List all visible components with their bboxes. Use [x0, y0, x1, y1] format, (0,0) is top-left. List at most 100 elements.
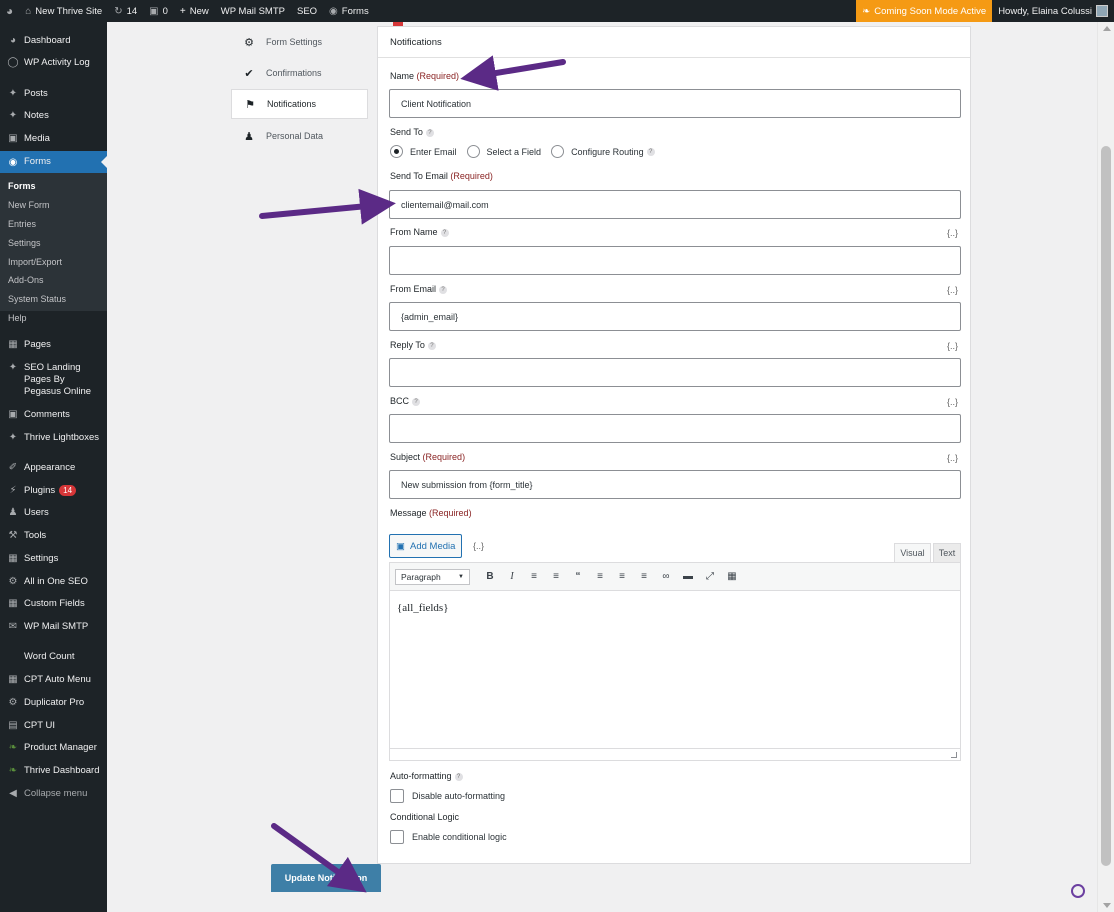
menu-posts[interactable]: ✦ Posts: [0, 88, 107, 100]
submenu-new-form[interactable]: New Form: [8, 200, 50, 210]
help-icon[interactable]: ?: [440, 228, 449, 237]
help-icon[interactable]: ?: [412, 397, 421, 406]
radio-enter-email[interactable]: [390, 145, 403, 158]
bold-icon[interactable]: B: [479, 571, 501, 582]
align-right-icon[interactable]: ≡: [633, 571, 655, 582]
from-name-input[interactable]: [389, 246, 961, 275]
menu-appearance[interactable]: ✐ Appearance: [0, 462, 107, 474]
blockquote-icon[interactable]: “: [567, 571, 589, 582]
site-name-link[interactable]: ⌂ New Thrive Site: [19, 0, 108, 22]
merge-tag-button[interactable]: {..}: [947, 285, 958, 295]
radio-configure-routing[interactable]: [551, 145, 565, 158]
help-icon[interactable]: ?: [454, 772, 463, 781]
page-scrollbar[interactable]: [1097, 22, 1114, 912]
bcc-input[interactable]: [389, 414, 961, 443]
menu-seo-landing-pages[interactable]: ✦ SEO Landing Pages By Pegasus Online: [0, 362, 107, 398]
nav-personal-data[interactable]: ♟ Personal Data: [231, 121, 368, 151]
tab-visual[interactable]: Visual: [894, 543, 931, 562]
submenu-add-ons[interactable]: Add-Ons: [8, 275, 44, 285]
conditional-logic-checkbox[interactable]: [390, 830, 404, 844]
wordpress-logo-icon[interactable]: ◕: [0, 0, 19, 22]
menu-product-manager[interactable]: ❧ Product Manager: [0, 742, 107, 754]
nav-confirmations[interactable]: ✔ Confirmations: [231, 58, 368, 88]
updates-link[interactable]: ↻ 14: [108, 0, 143, 22]
wp-mail-smtp-link[interactable]: WP Mail SMTP: [215, 0, 291, 22]
numbered-list-icon[interactable]: ≡: [545, 571, 567, 582]
editor-resize-handle[interactable]: [390, 748, 960, 760]
menu-thrive-dashboard[interactable]: ❧ Thrive Dashboard: [0, 765, 107, 777]
name-input[interactable]: Client Notification: [389, 89, 961, 118]
menu-collapse[interactable]: ◀ Collapse menu: [0, 788, 107, 800]
radio-select-field[interactable]: [466, 145, 480, 158]
help-icon[interactable]: ?: [427, 341, 436, 350]
menu-duplicator-pro[interactable]: ⚙ Duplicator Pro: [0, 697, 107, 709]
editor-content[interactable]: {all_fields}: [390, 591, 960, 625]
menu-custom-fields[interactable]: ▦ Custom Fields: [0, 598, 107, 610]
menu-media[interactable]: ▣ Media: [0, 133, 107, 145]
coming-soon-badge[interactable]: ❧ Coming Soon Mode Active: [856, 0, 993, 22]
add-media-button[interactable]: ▣ Add Media: [389, 534, 463, 558]
forms-link[interactable]: ◉ Forms: [323, 0, 375, 22]
assistant-icon[interactable]: [1071, 884, 1085, 898]
submenu-settings[interactable]: Settings: [8, 238, 41, 248]
update-notification-button[interactable]: Update Notification: [271, 864, 381, 892]
menu-users[interactable]: ♟ Users: [0, 507, 107, 519]
tab-text[interactable]: Text: [933, 543, 961, 562]
nav-form-settings[interactable]: ⚙ Form Settings: [231, 27, 368, 57]
menu-cpt-auto-menu[interactable]: ▦ CPT Auto Menu: [0, 674, 107, 686]
nav-notifications[interactable]: ⚑ Notifications: [231, 89, 368, 119]
link-icon[interactable]: ∞: [655, 571, 677, 582]
scroll-up-icon[interactable]: [1103, 26, 1111, 31]
new-content-link[interactable]: + New: [174, 0, 215, 22]
help-icon[interactable]: ?: [439, 285, 448, 294]
align-left-icon[interactable]: ≡: [589, 571, 611, 582]
submenu-system-status[interactable]: System Status: [8, 294, 66, 304]
send-to-configure-routing[interactable]: Configure Routing?: [551, 145, 655, 158]
seo-link[interactable]: SEO: [291, 0, 323, 22]
conditional-logic-option[interactable]: Enable conditional logic: [390, 830, 507, 844]
read-more-icon[interactable]: ▬: [677, 571, 699, 582]
menu-dashboard[interactable]: ◕ Dashboard: [0, 35, 107, 47]
send-to-email-input[interactable]: clientemail@mail.com: [389, 190, 961, 219]
help-icon[interactable]: ?: [425, 128, 434, 137]
merge-tag-button[interactable]: {..}: [947, 397, 958, 407]
disable-autoformat-checkbox[interactable]: [390, 789, 404, 803]
scrollbar-thumb[interactable]: [1101, 146, 1111, 866]
menu-plugins[interactable]: ⚡ Plugins 14: [0, 485, 107, 497]
menu-thrive-lightboxes[interactable]: ✦ Thrive Lightboxes: [0, 432, 107, 444]
merge-tag-button[interactable]: {..}: [947, 228, 958, 238]
menu-settings[interactable]: ▦ Settings: [0, 553, 107, 565]
disable-autoformat-option[interactable]: Disable auto-formatting: [390, 789, 505, 803]
send-to-select-field[interactable]: Select a Field: [466, 145, 541, 158]
format-select[interactable]: Paragraph ▼: [395, 568, 470, 585]
help-icon[interactable]: ?: [646, 147, 655, 156]
submenu-import-export[interactable]: Import/Export: [8, 257, 62, 267]
menu-wp-mail-smtp[interactable]: ✉ WP Mail SMTP: [0, 621, 107, 633]
menu-tools[interactable]: ⚒ Tools: [0, 530, 107, 542]
menu-comments[interactable]: ▣ Comments: [0, 409, 107, 421]
menu-word-count[interactable]: Word Count: [0, 651, 107, 663]
send-to-enter-email[interactable]: Enter Email: [390, 145, 457, 158]
submenu-entries[interactable]: Entries: [8, 219, 36, 229]
merge-tag-button[interactable]: {..}: [947, 453, 958, 463]
bullet-list-icon[interactable]: ≡: [523, 571, 545, 582]
scroll-down-icon[interactable]: [1103, 903, 1111, 908]
account-menu[interactable]: Howdy, Elaina Colussi: [992, 0, 1114, 22]
menu-pages[interactable]: ▦ Pages: [0, 339, 107, 351]
submenu-help[interactable]: Help: [8, 313, 27, 323]
merge-tag-button[interactable]: {..}: [473, 541, 484, 551]
menu-wp-activity-log[interactable]: ◯ WP Activity Log: [0, 57, 107, 69]
align-center-icon[interactable]: ≡: [611, 571, 633, 582]
submenu-forms[interactable]: Forms: [8, 181, 36, 191]
menu-all-in-one-seo[interactable]: ⚙ All in One SEO: [0, 576, 107, 588]
menu-forms[interactable]: ◉ Forms: [0, 151, 107, 173]
menu-notes[interactable]: ✦ Notes: [0, 110, 107, 122]
menu-cpt-ui[interactable]: ▤ CPT UI: [0, 720, 107, 732]
subject-input[interactable]: New submission from {form_title}: [389, 470, 961, 499]
from-email-input[interactable]: {admin_email}: [389, 302, 961, 331]
merge-tag-button[interactable]: {..}: [947, 341, 958, 351]
italic-icon[interactable]: I: [501, 571, 523, 582]
reply-to-input[interactable]: [389, 358, 961, 387]
toolbar-toggle-icon[interactable]: ▦: [721, 571, 743, 582]
comments-link[interactable]: ▣ 0: [143, 0, 174, 22]
